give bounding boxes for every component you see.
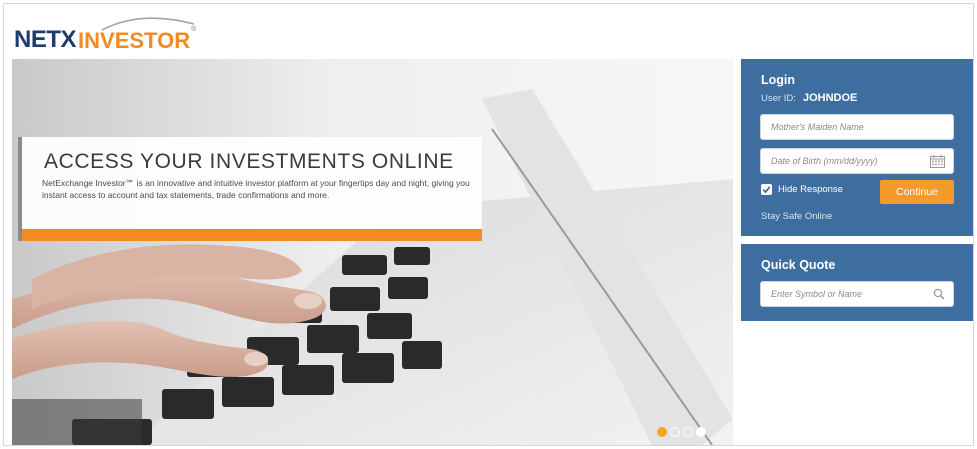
caption-orange-bar (22, 229, 482, 241)
logo-swoosh-icon (101, 17, 195, 31)
checkbox-check-icon (762, 186, 771, 194)
netx-investor-logo[interactable]: NETX INVESTOR ® (14, 17, 196, 53)
logo-investor-text: INVESTOR (78, 28, 191, 53)
caption-accent-bar (18, 137, 22, 241)
continue-button[interactable]: Continue (880, 180, 954, 204)
quick-quote-panel: Quick Quote (741, 244, 973, 321)
login-panel: Login User ID: JOHNDOE Date of Birth (mm… (741, 59, 973, 236)
hero-laptop-hands-image (12, 59, 733, 445)
page-frame: NETX INVESTOR ® ACCESS YOUR INVESTMENTS … (3, 3, 974, 446)
dob-input[interactable] (761, 149, 953, 173)
hero-description: NetExchange Investor℠ is an innovative a… (42, 178, 470, 200)
carousel-dot-3[interactable] (683, 427, 693, 437)
quick-quote-title: Quick Quote (761, 258, 836, 272)
dob-field (760, 148, 954, 174)
hide-response-row: Hide Response (761, 184, 843, 195)
search-icon[interactable] (933, 288, 945, 300)
hide-response-label: Hide Response (778, 184, 843, 195)
carousel-indicators (657, 427, 706, 437)
hide-response-checkbox[interactable] (761, 184, 772, 195)
hero-caption: ACCESS YOUR INVESTMENTS ONLINE NetExchan… (18, 137, 482, 241)
carousel-dot-1[interactable] (657, 427, 667, 437)
maiden-name-field (760, 114, 954, 140)
user-id-label: User ID: (761, 93, 796, 104)
symbol-search-input[interactable] (761, 282, 953, 306)
calendar-icon[interactable] (930, 155, 945, 168)
user-id-value: JOHNDOE (803, 92, 858, 104)
hero-banner: ACCESS YOUR INVESTMENTS ONLINE NetExchan… (12, 59, 733, 445)
stay-safe-online-link[interactable]: Stay Safe Online (761, 211, 832, 222)
carousel-dot-2[interactable] (670, 427, 680, 437)
carousel-dot-4[interactable] (696, 427, 706, 437)
hero-title: ACCESS YOUR INVESTMENTS ONLINE (44, 150, 454, 173)
symbol-field (760, 281, 954, 307)
maiden-name-input[interactable] (761, 115, 953, 139)
header: NETX INVESTOR ® (4, 4, 973, 58)
login-title: Login (761, 73, 796, 87)
logo-netx-text: NETX (14, 26, 77, 53)
